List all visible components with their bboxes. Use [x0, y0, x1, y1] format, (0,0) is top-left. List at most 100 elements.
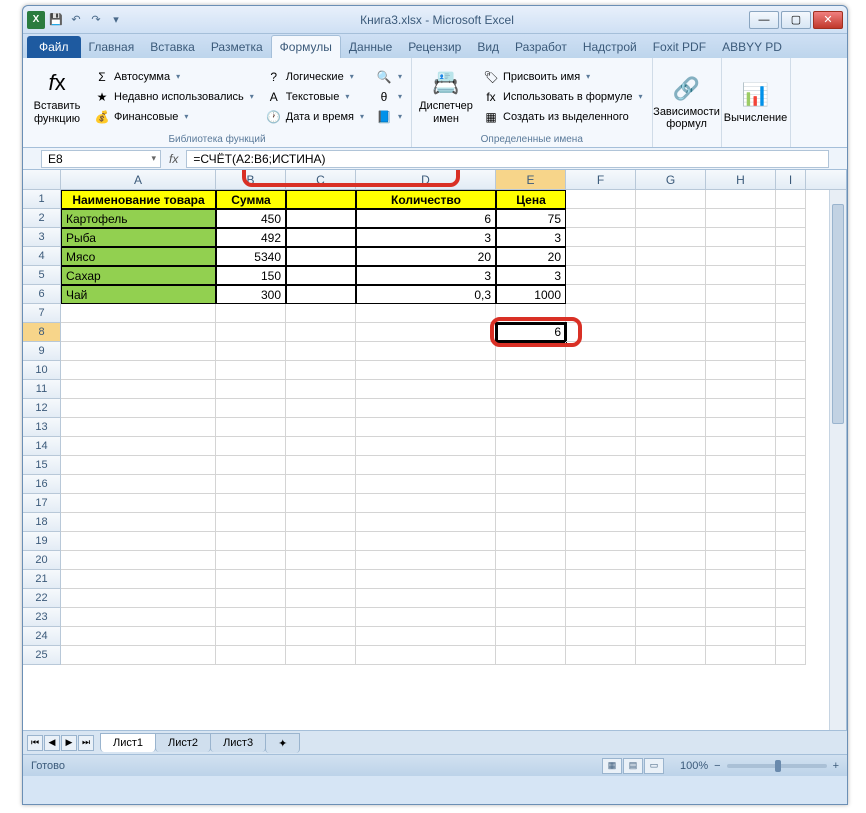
row-header[interactable]: 1	[23, 190, 61, 209]
cell[interactable]	[61, 418, 216, 437]
cell[interactable]	[636, 399, 706, 418]
sheet-tab[interactable]: Лист1	[100, 733, 156, 752]
cell[interactable]	[706, 304, 776, 323]
cell[interactable]	[286, 437, 356, 456]
cell[interactable]	[566, 361, 636, 380]
cell[interactable]	[566, 209, 636, 228]
cell[interactable]	[216, 570, 286, 589]
cell[interactable]	[566, 342, 636, 361]
sheet-nav-last-icon[interactable]: ⏭	[78, 735, 94, 751]
sheet-nav-prev-icon[interactable]: ◀	[44, 735, 60, 751]
cell[interactable]	[496, 399, 566, 418]
view-layout-icon[interactable]: ▤	[623, 758, 643, 774]
sheet-nav-next-icon[interactable]: ▶	[61, 735, 77, 751]
cell[interactable]	[566, 190, 636, 209]
cell[interactable]	[286, 190, 356, 209]
tab-dev[interactable]: Разработ	[507, 36, 575, 58]
cell[interactable]	[286, 608, 356, 627]
cell[interactable]	[216, 646, 286, 665]
cell[interactable]	[61, 399, 216, 418]
cell[interactable]	[356, 551, 496, 570]
cell[interactable]: 1000	[496, 285, 566, 304]
row-header[interactable]: 9	[23, 342, 61, 361]
cell[interactable]	[496, 646, 566, 665]
row-header[interactable]: 6	[23, 285, 61, 304]
use-in-formula-button[interactable]: fxИспользовать в формуле	[480, 88, 646, 106]
recent-button[interactable]: ★Недавно использовались	[91, 88, 257, 106]
cell[interactable]	[496, 418, 566, 437]
cell[interactable]	[356, 342, 496, 361]
cell[interactable]	[776, 646, 806, 665]
cell[interactable]	[706, 380, 776, 399]
cell[interactable]	[636, 437, 706, 456]
cell[interactable]	[776, 247, 806, 266]
row-header[interactable]: 19	[23, 532, 61, 551]
cell[interactable]: 450	[216, 209, 286, 228]
cell[interactable]	[636, 190, 706, 209]
cell[interactable]	[776, 418, 806, 437]
cell[interactable]	[216, 342, 286, 361]
tab-addins[interactable]: Надстрой	[575, 36, 645, 58]
cell[interactable]	[286, 209, 356, 228]
cell[interactable]	[286, 532, 356, 551]
cell[interactable]	[496, 304, 566, 323]
cell[interactable]	[566, 304, 636, 323]
cell[interactable]: 6	[356, 209, 496, 228]
cell[interactable]	[496, 513, 566, 532]
cell[interactable]: Сумма	[216, 190, 286, 209]
excel-icon[interactable]: X	[27, 11, 45, 29]
cell[interactable]	[636, 380, 706, 399]
cell[interactable]	[61, 532, 216, 551]
cell[interactable]	[216, 456, 286, 475]
lookup-button[interactable]: 🔍	[373, 68, 405, 86]
cell[interactable]	[706, 323, 776, 342]
row-header[interactable]: 20	[23, 551, 61, 570]
cell[interactable]	[286, 399, 356, 418]
cell[interactable]: Сахар	[61, 266, 216, 285]
cell[interactable]	[286, 380, 356, 399]
cell[interactable]	[356, 608, 496, 627]
cell[interactable]	[566, 418, 636, 437]
cell[interactable]	[776, 361, 806, 380]
cell[interactable]	[706, 418, 776, 437]
col-header[interactable]: E	[496, 170, 566, 189]
calculation-button[interactable]: 📊 Вычисление	[728, 61, 784, 143]
cell[interactable]	[496, 570, 566, 589]
row-header[interactable]: 4	[23, 247, 61, 266]
cell[interactable]	[776, 627, 806, 646]
cell[interactable]	[286, 456, 356, 475]
col-header[interactable]: H	[706, 170, 776, 189]
cell[interactable]	[356, 437, 496, 456]
cell[interactable]	[286, 228, 356, 247]
cell[interactable]	[636, 266, 706, 285]
row-header[interactable]: 24	[23, 627, 61, 646]
cell[interactable]	[286, 494, 356, 513]
cell[interactable]	[566, 285, 636, 304]
cell[interactable]	[566, 589, 636, 608]
cell[interactable]: 20	[496, 247, 566, 266]
cell[interactable]: 6	[496, 323, 566, 342]
cell[interactable]	[776, 494, 806, 513]
cell[interactable]	[776, 228, 806, 247]
cell[interactable]	[286, 475, 356, 494]
cell[interactable]	[61, 380, 216, 399]
row-header[interactable]: 5	[23, 266, 61, 285]
cell[interactable]	[356, 304, 496, 323]
new-sheet-button[interactable]: ✦	[265, 733, 300, 753]
save-icon[interactable]: 💾	[47, 11, 65, 29]
cell[interactable]	[706, 399, 776, 418]
cell[interactable]: 3	[356, 266, 496, 285]
zoom-slider[interactable]	[727, 764, 827, 768]
view-break-icon[interactable]: ▭	[644, 758, 664, 774]
cell[interactable]: Цена	[496, 190, 566, 209]
cell[interactable]	[286, 361, 356, 380]
cell[interactable]	[706, 266, 776, 285]
cell[interactable]	[706, 228, 776, 247]
cell[interactable]	[776, 323, 806, 342]
cell[interactable]	[706, 494, 776, 513]
zoom-out-button[interactable]: −	[714, 760, 720, 772]
cell[interactable]	[216, 304, 286, 323]
cell[interactable]	[636, 285, 706, 304]
formula-deps-button[interactable]: 🔗 Зависимости формул	[659, 61, 715, 143]
cell[interactable]	[496, 494, 566, 513]
